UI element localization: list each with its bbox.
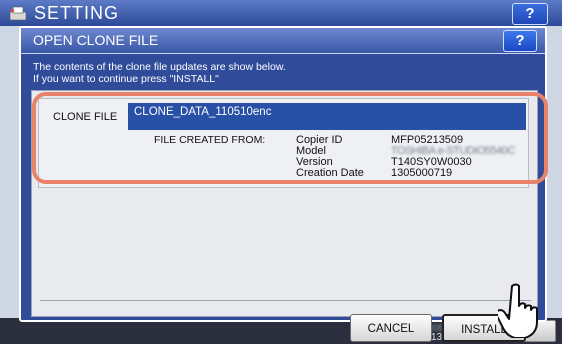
info-highlight-frame xyxy=(32,92,548,184)
setting-logo-icon xyxy=(9,6,27,21)
dialog-help-button[interactable]: ? xyxy=(503,30,537,52)
dialog-message: The contents of the clone file updates a… xyxy=(33,61,286,85)
setting-title: SETTING xyxy=(34,3,120,23)
dialog-title: OPEN CLONE FILE xyxy=(33,32,159,48)
button-divider xyxy=(40,300,531,301)
message-line-2: If you want to continue press "INSTALL" xyxy=(33,73,219,85)
dialog-titlebar: OPEN CLONE FILE ? xyxy=(21,28,545,54)
message-line-1: The contents of the clone file updates a… xyxy=(33,61,286,73)
setting-help-button[interactable]: ? xyxy=(512,3,548,25)
pointing-hand-icon xyxy=(498,283,538,338)
setting-titlebar: SETTING xyxy=(0,0,562,26)
cancel-button[interactable]: CANCEL xyxy=(350,314,432,342)
